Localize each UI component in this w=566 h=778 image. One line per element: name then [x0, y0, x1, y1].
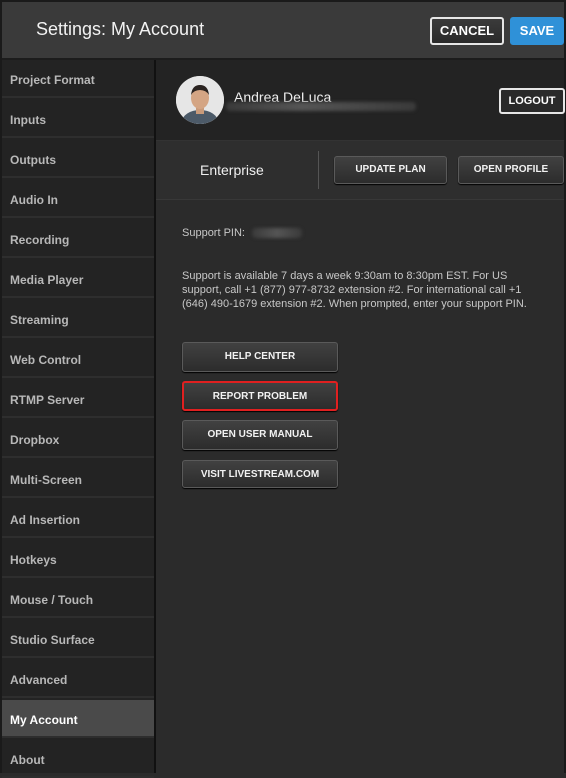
plan-name: Enterprise: [200, 162, 264, 178]
sidebar-item-label: Web Control: [10, 353, 82, 367]
logout-button[interactable]: LOGOUT: [499, 88, 565, 114]
account-panel: Andrea DeLuca LOGOUT Enterprise UPDATE P…: [156, 60, 565, 773]
sidebar-item-label: Studio Surface: [10, 633, 95, 647]
page-title: Settings: My Account: [36, 19, 205, 39]
support-pin-label: Support PIN:: [182, 227, 245, 239]
support-info-text: Support is available 7 days a week 9:30a…: [182, 270, 527, 310]
sidebar-item-label: Media Player: [10, 273, 84, 287]
sidebar-item-label: My Account: [10, 713, 78, 727]
sidebar-item-audio-in[interactable]: Audio In: [2, 180, 154, 218]
sidebar-item-label: About: [10, 753, 45, 767]
support-pin-redacted: [252, 228, 302, 238]
visit-livestream-button[interactable]: VISIT LIVESTREAM.COM: [182, 460, 338, 488]
sidebar-item-studio-surface[interactable]: Studio Surface: [2, 620, 154, 658]
sidebar-item-label: Recording: [10, 233, 70, 247]
sidebar-item-hotkeys[interactable]: Hotkeys: [2, 540, 154, 578]
update-plan-button[interactable]: UPDATE PLAN: [334, 156, 447, 184]
sidebar-item-mouse-touch[interactable]: Mouse / Touch: [2, 580, 154, 618]
sidebar-item-outputs[interactable]: Outputs: [2, 140, 154, 178]
help-center-button[interactable]: HELP CENTER: [182, 342, 338, 372]
sidebar-item-label: Inputs: [10, 113, 46, 127]
sidebar-item-web-control[interactable]: Web Control: [2, 340, 154, 378]
sidebar-item-label: Audio In: [10, 193, 58, 207]
user-photo-icon: [176, 76, 224, 124]
open-user-manual-button[interactable]: OPEN USER MANUAL: [182, 420, 338, 450]
sidebar-item-label: Mouse / Touch: [10, 593, 94, 607]
avatar: [176, 76, 224, 124]
sidebar-item-media-player[interactable]: Media Player: [2, 260, 154, 298]
header-bar: Settings: My Account CANCEL SAVE: [2, 2, 564, 60]
account-header: Andrea DeLuca LOGOUT: [156, 60, 565, 141]
sidebar-item-ad-insertion[interactable]: Ad Insertion: [2, 500, 154, 538]
sidebar-item-recording[interactable]: Recording: [2, 220, 154, 258]
sidebar-item-label: Advanced: [10, 673, 68, 687]
sidebar-item-about[interactable]: About: [2, 740, 154, 778]
sidebar-item-dropbox[interactable]: Dropbox: [2, 420, 154, 458]
sidebar-item-label: Project Format: [10, 73, 95, 87]
cancel-button[interactable]: CANCEL: [430, 17, 504, 45]
settings-sidebar: Project Format Inputs Outputs Audio In R…: [2, 60, 156, 778]
report-problem-button[interactable]: REPORT PROBLEM: [182, 381, 338, 411]
sidebar-item-project-format[interactable]: Project Format: [2, 60, 154, 98]
open-profile-button[interactable]: OPEN PROFILE: [458, 156, 564, 184]
settings-window: Settings: My Account CANCEL SAVE Project…: [0, 0, 566, 778]
divider: [318, 151, 319, 189]
save-button[interactable]: SAVE: [510, 17, 564, 45]
sidebar-item-label: Streaming: [10, 313, 69, 327]
sidebar-item-label: Outputs: [10, 153, 56, 167]
email-redacted: [226, 102, 416, 111]
sidebar-item-label: Hotkeys: [10, 553, 57, 567]
sidebar-item-label: Dropbox: [10, 433, 60, 447]
sidebar-item-my-account[interactable]: My Account: [2, 700, 154, 738]
plan-bar: Enterprise UPDATE PLAN OPEN PROFILE: [156, 141, 564, 200]
sidebar-item-multi-screen[interactable]: Multi-Screen: [2, 460, 154, 498]
sidebar-item-advanced[interactable]: Advanced: [2, 660, 154, 698]
sidebar-item-inputs[interactable]: Inputs: [2, 100, 154, 138]
sidebar-item-label: RTMP Server: [10, 393, 85, 407]
sidebar-item-label: Multi-Screen: [10, 473, 83, 487]
sidebar-item-streaming[interactable]: Streaming: [2, 300, 154, 338]
sidebar-item-label: Ad Insertion: [10, 513, 81, 527]
sidebar-item-rtmp-server[interactable]: RTMP Server: [2, 380, 154, 418]
